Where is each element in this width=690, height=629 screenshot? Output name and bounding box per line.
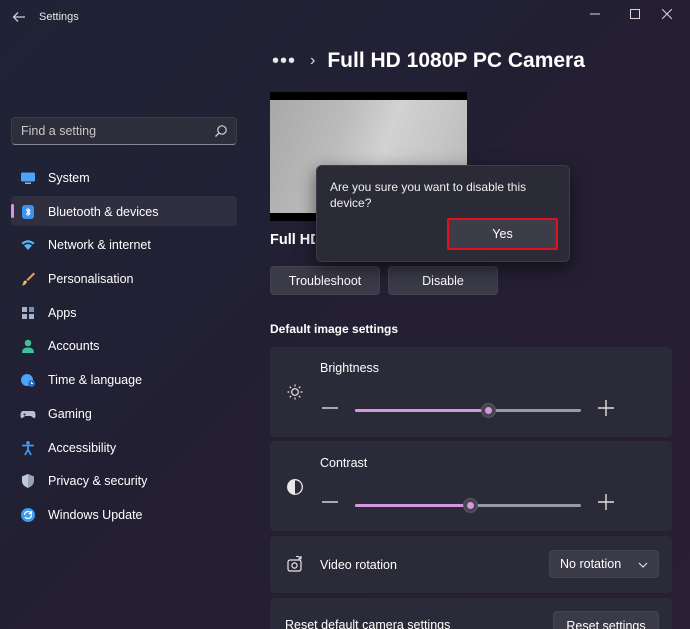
chevron-down-icon bbox=[638, 562, 648, 568]
sidebar-item-label: System bbox=[48, 171, 90, 185]
disable-button[interactable]: Disable bbox=[388, 266, 498, 295]
sidebar-item-label: Accounts bbox=[48, 339, 100, 354]
yes-button[interactable]: Yes bbox=[447, 218, 558, 250]
back-button[interactable] bbox=[8, 6, 30, 28]
reset-camera-label: Reset default camera settings bbox=[285, 618, 451, 629]
chevron-right-icon: › bbox=[310, 52, 316, 69]
person-icon bbox=[22, 340, 34, 354]
sidebar-item-label: Bluetooth & devices bbox=[48, 204, 159, 219]
accessibility-icon bbox=[22, 440, 34, 455]
minimize-button[interactable] bbox=[581, 4, 609, 24]
shield-icon bbox=[22, 474, 34, 489]
sync-icon bbox=[21, 507, 35, 522]
sidebar-item-privacy-security[interactable]: Privacy & security bbox=[11, 465, 237, 495]
section-heading: Default image settings bbox=[270, 322, 399, 336]
page-title: Full HD 1080P PC Camera bbox=[327, 49, 585, 72]
gamepad-icon bbox=[20, 410, 36, 419]
sidebar-item-bluetooth-devices[interactable]: Bluetooth & devices bbox=[11, 195, 237, 226]
plus-icon[interactable] bbox=[597, 399, 615, 417]
troubleshoot-button[interactable]: Troubleshoot bbox=[270, 266, 380, 295]
sidebar-item-apps[interactable]: Apps bbox=[11, 297, 237, 327]
sidebar-item-network-internet[interactable]: Network & internet bbox=[11, 229, 237, 259]
search-box bbox=[11, 117, 237, 145]
sidebar-item-label: Apps bbox=[48, 305, 77, 320]
sidebar-item-label: Gaming bbox=[48, 406, 92, 421]
disable-confirm-flyout: Are you sure you want to disable this de… bbox=[316, 165, 570, 262]
sidebar-item-label: Personalisation bbox=[48, 272, 134, 287]
contrast-icon bbox=[287, 479, 303, 495]
sidebar-item-gaming[interactable]: Gaming bbox=[11, 398, 237, 428]
maximize-icon bbox=[630, 9, 640, 19]
device-name: Full HD bbox=[270, 232, 315, 248]
sidebar-item-label: Time & language bbox=[48, 373, 143, 388]
brightness-icon bbox=[287, 384, 303, 400]
breadcrumb: ••• › Full HD 1080P PC Camera bbox=[272, 46, 585, 76]
monitor-icon bbox=[21, 172, 35, 184]
sidebar-item-label: Privacy & security bbox=[48, 474, 148, 489]
close-button[interactable] bbox=[653, 4, 681, 24]
sidebar-item-windows-update[interactable]: Windows Update bbox=[11, 499, 237, 529]
sidebar-item-accessibility[interactable]: Accessibility bbox=[11, 432, 237, 462]
sidebar-item-personalisation[interactable]: Personalisation bbox=[11, 263, 237, 293]
reset-settings-button[interactable]: Reset settings bbox=[553, 611, 659, 629]
apps-icon bbox=[22, 306, 34, 319]
slider-thumb[interactable] bbox=[462, 498, 478, 513]
back-arrow-icon bbox=[12, 12, 25, 22]
video-rotation-card: Video rotation No rotation bbox=[270, 536, 672, 593]
breadcrumb-more-button[interactable]: ••• bbox=[272, 50, 296, 73]
close-icon bbox=[662, 9, 672, 19]
plus-icon[interactable] bbox=[597, 493, 615, 511]
search-input[interactable] bbox=[12, 118, 236, 144]
sidebar-item-time-language[interactable]: Time & language bbox=[11, 364, 237, 394]
brightness-card: Brightness bbox=[270, 347, 672, 437]
confirm-message: Are you sure you want to disable this de… bbox=[330, 180, 527, 210]
dropdown-selected-value: No rotation bbox=[560, 557, 622, 571]
contrast-label: Contrast bbox=[320, 456, 368, 470]
sidebar-item-system[interactable]: System bbox=[11, 162, 237, 192]
wifi-icon bbox=[21, 240, 35, 251]
sidebar-item-accounts[interactable]: Accounts bbox=[11, 330, 237, 360]
slider-thumb[interactable] bbox=[480, 403, 496, 418]
brightness-label: Brightness bbox=[320, 361, 380, 375]
sidebar-nav: System Bluetooth & devices Network & int… bbox=[11, 162, 237, 533]
video-rotation-dropdown[interactable]: No rotation bbox=[549, 550, 659, 578]
sidebar-item-label: Accessibility bbox=[48, 440, 117, 455]
brightness-slider[interactable] bbox=[355, 400, 581, 420]
slider-fill bbox=[355, 504, 471, 507]
app-title: Settings bbox=[39, 11, 79, 23]
maximize-button[interactable] bbox=[621, 4, 649, 24]
contrast-slider[interactable] bbox=[355, 495, 581, 515]
rotate-camera-icon bbox=[287, 555, 302, 572]
minus-icon[interactable] bbox=[321, 399, 339, 417]
title-bar: Settings bbox=[0, 0, 690, 36]
slider-fill bbox=[355, 409, 489, 412]
sidebar-item-label: Windows Update bbox=[48, 507, 143, 522]
globe-clock-icon bbox=[21, 374, 35, 388]
minus-icon[interactable] bbox=[321, 493, 339, 511]
contrast-card: Contrast bbox=[270, 441, 672, 531]
sidebar-item-label: Network & internet bbox=[48, 238, 151, 253]
minimize-icon bbox=[590, 13, 600, 15]
bluetooth-icon bbox=[22, 204, 34, 219]
brush-icon bbox=[22, 272, 35, 286]
video-rotation-label: Video rotation bbox=[320, 558, 397, 572]
search-icon[interactable] bbox=[214, 124, 228, 138]
reset-camera-card: Reset default camera settings Reset sett… bbox=[270, 598, 672, 629]
